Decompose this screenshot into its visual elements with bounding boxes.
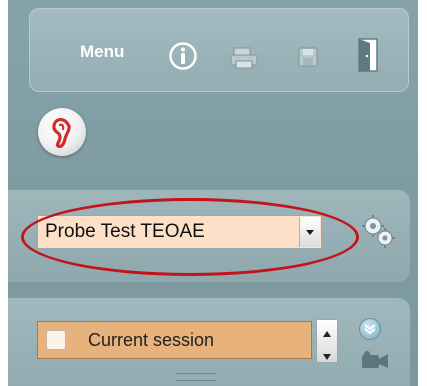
chevron-down-icon[interactable] bbox=[359, 318, 381, 340]
toolbar: Menu bbox=[29, 8, 409, 92]
chevron-down-small-icon[interactable] bbox=[322, 348, 332, 366]
session-checkbox[interactable] bbox=[46, 330, 66, 350]
ear-button[interactable] bbox=[38, 108, 86, 156]
print-icon[interactable] bbox=[230, 47, 258, 74]
session-stepper[interactable] bbox=[316, 319, 338, 363]
info-icon[interactable] bbox=[168, 41, 198, 76]
resize-grip[interactable] bbox=[176, 373, 216, 381]
protocol-row: Probe Test TEOAE bbox=[8, 190, 410, 282]
camera-icon[interactable] bbox=[361, 350, 389, 375]
menu-button[interactable]: Menu bbox=[80, 42, 124, 62]
session-select[interactable]: Current session bbox=[37, 321, 312, 359]
highlight-ellipse bbox=[21, 198, 359, 276]
gears-icon[interactable] bbox=[361, 213, 395, 254]
sidebar-panel: Menu Probe Test TEOAE Current session bbox=[8, 0, 418, 386]
chevron-up-icon[interactable] bbox=[322, 325, 332, 343]
ear-icon bbox=[49, 116, 75, 153]
exit-door-icon[interactable] bbox=[357, 37, 381, 78]
session-row: Current session bbox=[8, 298, 410, 386]
save-icon[interactable] bbox=[298, 47, 318, 72]
session-label: Current session bbox=[88, 330, 215, 350]
